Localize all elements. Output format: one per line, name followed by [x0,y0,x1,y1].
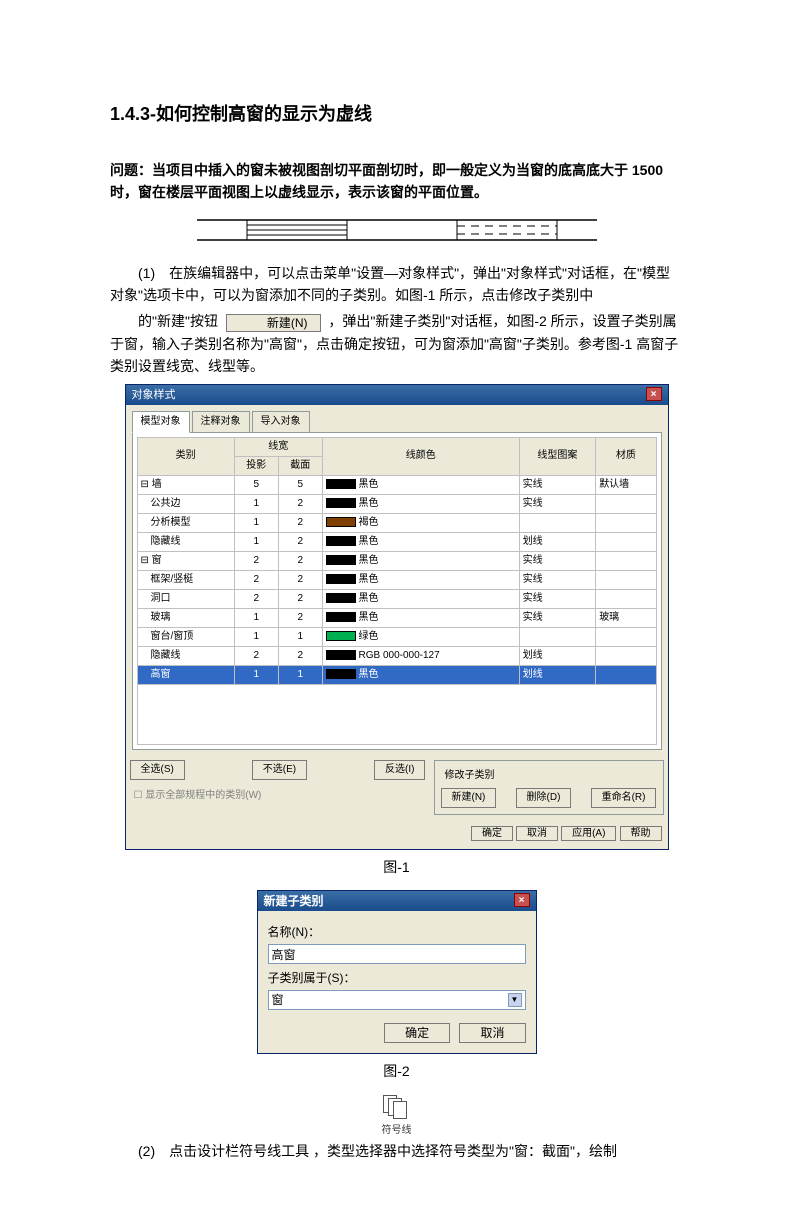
para-2: (2) 点击设计栏符号线工具 ，类型选择器中选择符号类型为"窗：截面"，绘制 [110,1140,683,1162]
modify-subcategory-group: 修改子类别 [441,768,499,784]
belongs-select[interactable]: 窗 ▼ [268,990,526,1010]
cancel-button[interactable]: 取消 [459,1023,525,1043]
col-projection: 投影 [234,456,278,475]
new-subcategory-dialog: 新建子类别 × 名称(N)： 子类别属于(S)： 窗 ▼ 确定 取消 [257,890,537,1054]
object-style-dialog: 对象样式 × 模型对象 注释对象 导入对象 类别 线宽 线颜色 线型图案 材质 … [125,384,669,850]
col-linewidth: 线宽 [234,437,322,456]
close-icon[interactable]: × [646,387,662,401]
table-row[interactable]: ⊟ 墙55 黑色实线默认墙 [137,475,656,494]
show-all-disciplines-checkbox[interactable]: ☐ 显示全部规程中的类别(W) [134,788,422,804]
name-input[interactable] [268,944,526,964]
close-icon[interactable]: × [514,893,530,907]
para-2-post: ，类型选择器中选择符号类型为"窗：截面"，绘制 [313,1143,617,1159]
tab-import-objects[interactable]: 导入对象 [252,411,310,433]
ok-button[interactable]: 确定 [384,1023,450,1043]
table-row[interactable]: 隐藏线12 黑色划线 [137,532,656,551]
tab-annotation-objects[interactable]: 注释对象 [192,411,250,433]
dialog1-title: 对象样式 [132,385,176,405]
figure2-caption: 图-2 [110,1060,683,1082]
col-material: 材质 [596,437,656,475]
ok-button[interactable]: 确定 [471,826,513,841]
table-row[interactable]: 洞口22 黑色实线 [137,589,656,608]
para-1b: 的"新建"按钮 新建(N) ，弹出"新建子类别"对话框，如图-2 所示，设置子类… [110,310,683,377]
belongs-value: 窗 [272,991,284,1010]
select-all-button[interactable]: 全选(S) [130,760,185,780]
table-row[interactable]: 窗台/窗顶11 绿色 [137,627,656,646]
table-row[interactable]: ⊟ 窗22 黑色实线 [137,551,656,570]
select-none-button[interactable]: 不选(E) [252,760,307,780]
table-row[interactable]: 框架/竖梃22 黑色实线 [137,570,656,589]
delete-subcategory-button[interactable]: 删除(D) [516,788,572,808]
symbolic-line-tool: 符号线 [381,1095,413,1136]
table-row[interactable]: 公共边12 黑色实线 [137,494,656,513]
apply-button[interactable]: 应用(A) [561,826,616,841]
col-pattern: 线型图案 [519,437,596,475]
page-heading: 1.4.3-如何控制高窗的显示为虚线 [110,100,683,129]
object-style-table: 类别 线宽 线颜色 线型图案 材质 投影 截面 ⊟ 墙55 黑色实线默认墙 公共… [137,437,657,685]
para-1b-pre: 的"新建"按钮 [138,313,218,329]
new-subcategory-button[interactable]: 新建(N) [441,788,497,808]
para-2-pre: (2) 点击设计栏符号线工具 [138,1143,309,1159]
tab-model-objects[interactable]: 模型对象 [132,411,190,433]
rename-subcategory-button[interactable]: 重命名(R) [591,788,657,808]
invert-button[interactable]: 反选(I) [374,760,425,780]
name-label: 名称(N)： [268,923,526,942]
table-row[interactable]: 隐藏线22 RGB 000-000-127划线 [137,646,656,665]
help-button[interactable]: 帮助 [620,826,662,841]
para-1a: (1) 在族编辑器中，可以点击菜单"设置—对象样式"，弹出"对象样式"对话框，在… [110,262,683,307]
illustration-window-plan [197,216,597,246]
dialog1-titlebar: 对象样式 × [126,385,668,405]
col-category: 类别 [137,437,234,475]
cancel-button[interactable]: 取消 [516,826,558,841]
col-cut: 截面 [278,456,322,475]
figure1-caption: 图-1 [110,856,683,878]
table-row[interactable]: 高窗11 黑色划线 [137,665,656,684]
new-button-inline: 新建(N) [226,314,321,332]
belongs-label: 子类别属于(S)： [268,969,526,988]
dialog2-title: 新建子类别 [264,891,324,911]
tool-label: 符号线 [381,1125,413,1136]
chevron-down-icon[interactable]: ▼ [508,993,522,1007]
table-row[interactable]: 玻璃12 黑色实线玻璃 [137,608,656,627]
table-row[interactable]: 分析模型12 褐色 [137,513,656,532]
col-color: 线颜色 [322,437,519,475]
question-text: 问题：当项目中插入的窗未被视图剖切平面剖切时，即一般定义为当窗的底高底大于 15… [110,159,683,204]
